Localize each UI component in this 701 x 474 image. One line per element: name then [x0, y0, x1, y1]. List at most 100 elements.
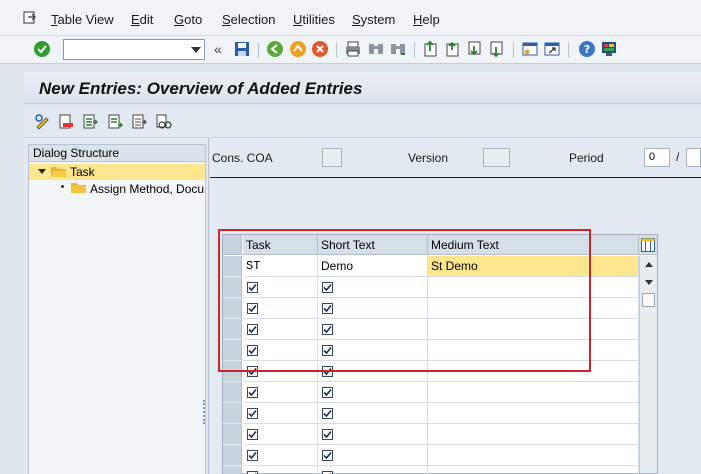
select-all-rows-cell[interactable] — [223, 235, 242, 255]
cell-medium-text[interactable] — [428, 466, 639, 474]
menu-goto[interactable]: Goto — [174, 12, 202, 27]
cell-task[interactable] — [243, 340, 318, 361]
row-selector[interactable] — [223, 361, 242, 382]
first-page-icon[interactable] — [422, 40, 440, 58]
select-block-icon[interactable] — [106, 113, 124, 131]
version-field[interactable] — [483, 148, 510, 167]
cell-task[interactable] — [243, 361, 318, 382]
cell-task[interactable] — [243, 277, 318, 298]
cell-medium-text[interactable] — [428, 319, 639, 340]
menu-system[interactable]: System — [352, 12, 395, 27]
tree-item-task[interactable]: Task — [29, 164, 205, 180]
cell-short-text[interactable] — [318, 340, 428, 361]
row-selector[interactable] — [223, 256, 242, 277]
table-row[interactable] — [223, 382, 639, 403]
next-page-icon[interactable] — [466, 40, 484, 58]
back-icon[interactable] — [266, 40, 284, 58]
menu-utilities[interactable]: Utilities — [293, 12, 335, 27]
cell-task[interactable] — [243, 382, 318, 403]
cell-short-text[interactable] — [318, 277, 428, 298]
column-header-task[interactable]: Task — [243, 235, 318, 255]
table-row[interactable] — [223, 319, 639, 340]
vertical-scrollbar[interactable] — [639, 256, 657, 473]
row-selector[interactable] — [223, 319, 242, 340]
row-selector[interactable] — [223, 277, 242, 298]
cell-task[interactable] — [243, 424, 318, 445]
cell-task[interactable] — [243, 298, 318, 319]
cell-task[interactable] — [243, 319, 318, 340]
cell-short-text[interactable] — [318, 403, 428, 424]
command-field[interactable] — [63, 39, 205, 60]
enter-icon[interactable] — [33, 40, 51, 58]
cancel-icon[interactable] — [311, 40, 329, 58]
table-row[interactable] — [223, 403, 639, 424]
pane-splitter[interactable] — [203, 400, 205, 424]
period-field[interactable]: 0 — [644, 148, 670, 167]
row-selector[interactable] — [223, 298, 242, 319]
cell-task[interactable]: ST — [243, 256, 318, 277]
cell-task[interactable] — [243, 403, 318, 424]
cell-short-text[interactable] — [318, 466, 428, 474]
cell-medium-text[interactable] — [428, 382, 639, 403]
expand-arrow-icon[interactable] — [38, 169, 46, 174]
table-row[interactable] — [223, 277, 639, 298]
layout-icon[interactable] — [600, 40, 618, 58]
row-selector[interactable] — [223, 466, 242, 474]
menu-selection[interactable]: Selection — [222, 12, 275, 27]
cell-medium-text[interactable] — [428, 361, 639, 382]
menu-help[interactable]: Help — [413, 12, 440, 27]
table-row[interactable]: ST Demo St Demo — [223, 256, 639, 277]
cell-medium-text[interactable] — [428, 445, 639, 466]
column-settings-button[interactable] — [639, 235, 657, 255]
cell-medium-text[interactable] — [428, 298, 639, 319]
last-page-icon[interactable] — [488, 40, 506, 58]
print-icon[interactable] — [344, 40, 362, 58]
display-mode-icon[interactable] — [155, 113, 173, 131]
row-selector[interactable] — [223, 445, 242, 466]
table-row[interactable] — [223, 445, 639, 466]
cell-medium-text[interactable]: St Demo — [428, 256, 639, 277]
tree-item-assign-method[interactable]: Assign Method, Docu — [29, 181, 205, 197]
cell-short-text[interactable]: Demo — [318, 256, 428, 277]
previous-page-icon[interactable] — [444, 40, 462, 58]
cell-task[interactable] — [243, 466, 318, 474]
cell-short-text[interactable] — [318, 424, 428, 445]
menu-toggle-icon[interactable] — [23, 11, 37, 25]
year-field[interactable] — [686, 148, 701, 167]
chevron-down-icon[interactable] — [191, 47, 201, 53]
row-selector[interactable] — [223, 424, 242, 445]
cell-short-text[interactable] — [318, 298, 428, 319]
column-header-medium-text[interactable]: Medium Text — [428, 235, 639, 255]
find-next-icon[interactable] — [389, 40, 407, 58]
row-selector[interactable] — [223, 340, 242, 361]
display-change-icon[interactable] — [34, 113, 52, 131]
menu-edit[interactable]: Edit — [131, 12, 153, 27]
save-icon[interactable] — [233, 40, 251, 58]
deselect-all-icon[interactable] — [130, 113, 148, 131]
help-icon[interactable]: ? — [578, 40, 596, 58]
cell-medium-text[interactable] — [428, 340, 639, 361]
cell-short-text[interactable] — [318, 319, 428, 340]
table-row[interactable] — [223, 424, 639, 445]
cell-medium-text[interactable] — [428, 277, 639, 298]
scroll-thumb[interactable] — [642, 293, 655, 307]
shortcut-icon[interactable] — [543, 40, 561, 58]
back-nav-icon[interactable]: « — [214, 41, 222, 57]
column-header-short-text[interactable]: Short Text — [318, 235, 428, 255]
scroll-up-icon[interactable] — [645, 262, 653, 267]
cell-short-text[interactable] — [318, 382, 428, 403]
cell-short-text[interactable] — [318, 361, 428, 382]
table-row[interactable] — [223, 340, 639, 361]
exit-icon[interactable] — [289, 40, 307, 58]
row-selector[interactable] — [223, 403, 242, 424]
cell-short-text[interactable] — [318, 445, 428, 466]
table-row[interactable] — [223, 361, 639, 382]
table-row[interactable] — [223, 298, 639, 319]
find-icon[interactable] — [367, 40, 385, 58]
cons-coa-field[interactable] — [322, 148, 342, 167]
cell-medium-text[interactable] — [428, 403, 639, 424]
select-all-icon[interactable] — [81, 113, 99, 131]
cell-medium-text[interactable] — [428, 424, 639, 445]
table-row[interactable] — [223, 466, 639, 474]
delete-row-icon[interactable] — [57, 113, 75, 131]
